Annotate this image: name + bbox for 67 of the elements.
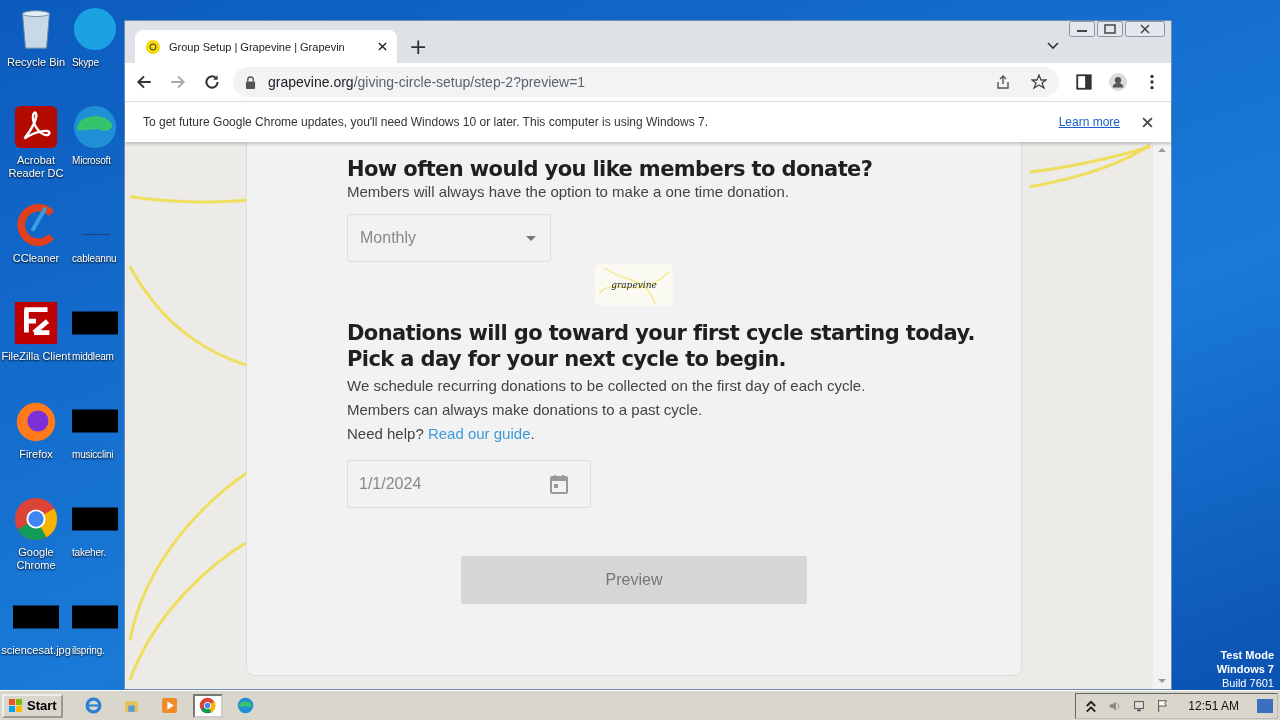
maximize-icon[interactable] bbox=[1097, 21, 1123, 37]
calendar-icon[interactable] bbox=[550, 474, 568, 494]
star-icon[interactable] bbox=[1031, 74, 1047, 90]
os-watermark-text: Build 7601 bbox=[1222, 676, 1274, 690]
start-button[interactable]: Start bbox=[2, 693, 63, 718]
grapevine-logo: grapevine bbox=[595, 264, 673, 306]
desktop-icon-label[interactable]: middleam bbox=[72, 350, 114, 363]
os-watermark-text: Windows 7 bbox=[1216, 662, 1274, 676]
show-desktop-icon[interactable] bbox=[1257, 698, 1273, 713]
help-text: Need help? Read our guide. bbox=[347, 424, 536, 444]
close-icon[interactable] bbox=[378, 42, 387, 51]
lock-icon[interactable] bbox=[245, 75, 256, 89]
desktop-icon-label[interactable]: Acrobat Reader DC bbox=[0, 154, 72, 180]
scroll-down-arrow-icon[interactable] bbox=[1158, 679, 1166, 683]
desktop-icon-label[interactable]: musicclini bbox=[72, 448, 114, 461]
desktop-icon-label[interactable]: ilspring. bbox=[72, 644, 105, 657]
scroll-up-arrow-icon[interactable] bbox=[1158, 148, 1166, 152]
new-tab-button[interactable]: + bbox=[397, 30, 440, 63]
frequency-dropdown[interactable]: Monthly bbox=[347, 214, 551, 262]
desktop-icon-label[interactable]: Microsoft bbox=[72, 154, 111, 167]
caret-icon bbox=[526, 235, 536, 241]
desktop-icon-label[interactable]: Firefox bbox=[0, 448, 72, 461]
os-watermark-text: Test Mode bbox=[1220, 648, 1274, 662]
desktop-icon-label[interactable]: sciencesat.jpg bbox=[0, 644, 72, 657]
chrome-icon bbox=[199, 697, 217, 714]
address-bar[interactable]: grapevine.org/giving-circle-setup/step-2?preview=1 bbox=[233, 67, 1059, 97]
desktop-icon-label[interactable]: FileZilla Client bbox=[0, 350, 72, 363]
learn-more-link[interactable]: Learn more bbox=[1058, 115, 1120, 129]
back-arrow-icon[interactable] bbox=[135, 73, 153, 91]
date-field[interactable]: 1/1/2024 bbox=[347, 460, 591, 508]
description-text: Members can always make donations to a past cycle. bbox=[347, 400, 704, 420]
pdf-app-icon[interactable] bbox=[13, 104, 59, 150]
grape-favicon-icon bbox=[145, 38, 161, 55]
fz-app-icon[interactable] bbox=[13, 300, 59, 346]
flag-icon[interactable] bbox=[1156, 698, 1171, 713]
minimize-icon[interactable] bbox=[1069, 21, 1095, 37]
desktop-icon-label[interactable]: cableannu bbox=[72, 252, 117, 265]
desktop-icon-label[interactable]: Google Chrome bbox=[0, 546, 72, 572]
guide-link[interactable]: Read our guide bbox=[427, 425, 531, 442]
update-warning-text: To get future Google Chrome updates, you'll need Windows 10 or later. This computer is using Windows 7. bbox=[143, 115, 709, 129]
close-icon[interactable] bbox=[1142, 116, 1153, 128]
edge-icon bbox=[237, 697, 255, 714]
chevron-up-icon[interactable] bbox=[1084, 698, 1099, 713]
profile-avatar-icon[interactable] bbox=[1109, 73, 1127, 91]
chrome-icon[interactable] bbox=[13, 496, 59, 542]
side-panel-icon[interactable] bbox=[1075, 73, 1093, 91]
section-subtitle: Members will always have the option to make a one time donation. bbox=[347, 183, 789, 200]
taskbar-app[interactable] bbox=[192, 693, 223, 718]
ie-icon bbox=[85, 697, 103, 714]
share-icon[interactable] bbox=[995, 74, 1011, 90]
description-text: We schedule recurring donations to be collected on the first day of each cycle. bbox=[347, 376, 866, 396]
network-icon[interactable] bbox=[1132, 698, 1147, 713]
windows-logo-icon bbox=[8, 697, 24, 714]
desktop-icon-label[interactable]: Recycle Bin bbox=[0, 56, 72, 69]
desktop-icon-label[interactable]: takeher. bbox=[72, 546, 106, 559]
desktop-icon-label[interactable]: Skype bbox=[72, 56, 99, 69]
section-heading: How often would you like members to donate? bbox=[347, 156, 873, 182]
chevron-down-icon[interactable] bbox=[1047, 42, 1059, 50]
media-player-icon bbox=[161, 697, 179, 714]
section-heading: Pick a day for your next cycle to begin. bbox=[347, 346, 786, 372]
desktop-icon-label[interactable]: CCleaner bbox=[0, 252, 72, 265]
close-icon[interactable] bbox=[1125, 21, 1165, 37]
reload-icon[interactable] bbox=[203, 73, 221, 91]
edge-icon[interactable] bbox=[72, 104, 118, 150]
section-heading: Donations will go toward your first cycle starting today. bbox=[347, 320, 975, 346]
clock-text[interactable]: 12:51 AM bbox=[1188, 698, 1239, 713]
browser-tab[interactable]: Group Setup | Grapevine | Grapevin bbox=[135, 30, 397, 63]
